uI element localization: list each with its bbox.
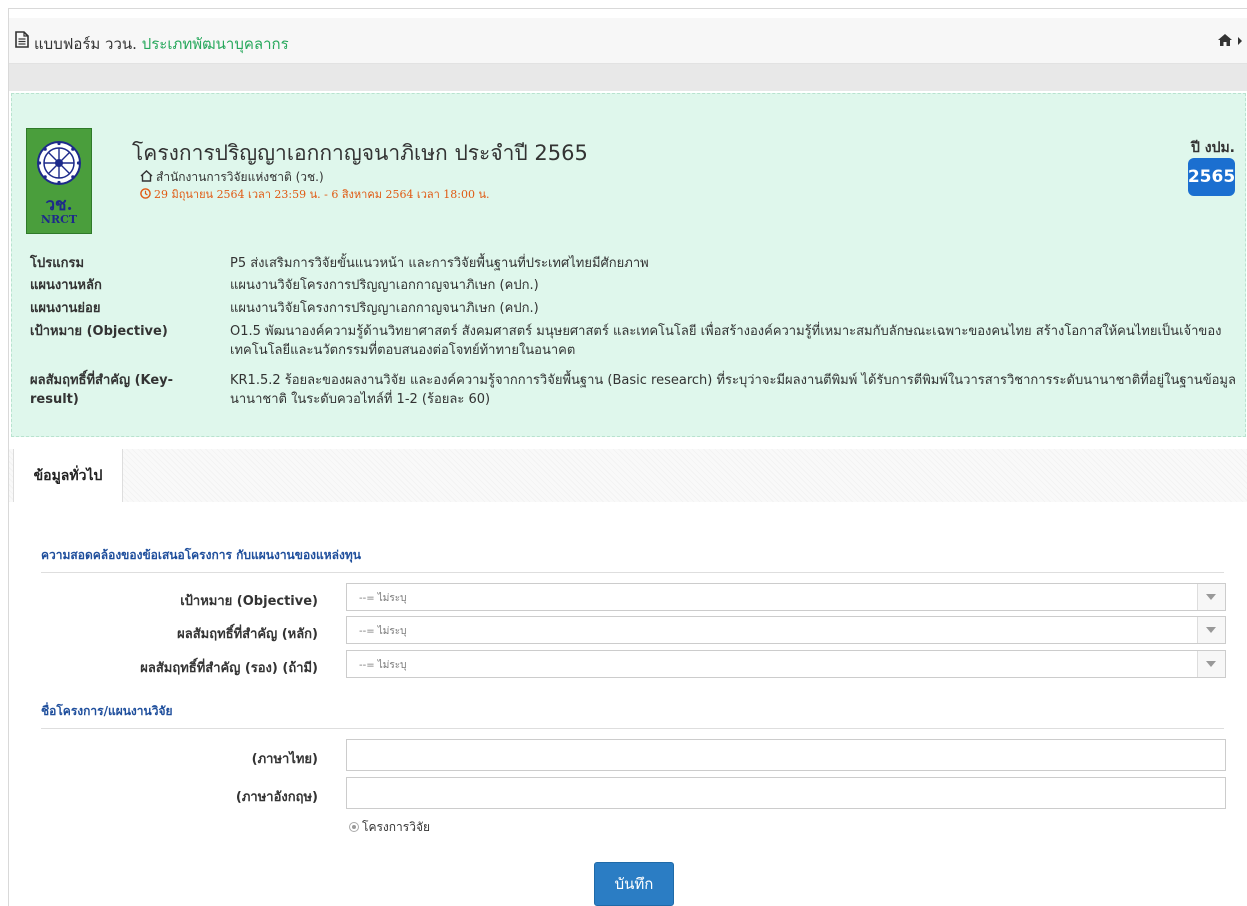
tab-bar: ข้อมูลทั่วไป (9, 449, 1247, 502)
radio-icon[interactable] (349, 822, 359, 832)
clock-icon (140, 188, 151, 199)
fiscal-year-badge: 2565 (1188, 158, 1235, 196)
house-outline-icon (140, 170, 153, 182)
kr-main-select[interactable]: --= ไม่ระบุ (346, 616, 1226, 644)
section-heading-alignment: ความสอดคล้องของข้อเสนอโครงการ กับแผนงานข… (41, 546, 1224, 573)
page-title-prefix: แบบฟอร์ม ววน. (34, 35, 137, 53)
detail-value: แผนงานวิจัยโครงการปริญญาเอกกาญจนาภิเษก (… (230, 301, 539, 316)
save-button[interactable]: บันทึก (594, 862, 674, 906)
nrct-logo: วช. NRCT (26, 128, 92, 234)
fiscal-year-label: ปี งปม. (1190, 140, 1235, 156)
detail-label: ผลสัมฤทธิ์ที่สำคัญ (Key-result) (30, 373, 174, 407)
logo-text-en: NRCT (40, 213, 78, 226)
project-type-radio[interactable]: โครงการวิจัย (349, 818, 430, 837)
thai-name-input[interactable] (346, 739, 1226, 771)
detail-value: O1.5 พัฒนาองค์ความรู้ด้านวิทยาศาสตร์ สัง… (230, 324, 1222, 358)
chevron-down-icon[interactable] (1197, 617, 1225, 643)
english-name-row: (ภาษาอังกฤษ) (9, 777, 1247, 809)
kr-sub-select-value: --= ไม่ระบุ (359, 660, 407, 671)
objective-select[interactable]: --= ไม่ระบุ (346, 583, 1226, 611)
page-frame: แบบฟอร์ม ววน. ประเภทพัฒนาบุคลากร วช. NRC… (8, 8, 1247, 906)
detail-label: แผนงานย่อย (30, 301, 101, 316)
agency-name: สำนักงานการวิจัยแห่งชาติ (วช.) (156, 170, 324, 184)
radio-label: โครงการวิจัย (362, 820, 431, 834)
page-title: แบบฟอร์ม ววน. ประเภทพัฒนาบุคลากร (34, 32, 289, 56)
header-spacer (9, 64, 1247, 91)
page-header-bar: แบบฟอร์ม ววน. ประเภทพัฒนาบุคลากร (9, 18, 1247, 64)
chevron-down-icon[interactable] (1197, 651, 1225, 677)
breadcrumb-arrow-icon (1238, 37, 1242, 45)
english-name-input[interactable] (346, 777, 1226, 809)
thai-name-row: (ภาษาไทย) (9, 739, 1247, 771)
english-name-label: (ภาษาอังกฤษ) (235, 790, 318, 805)
detail-label: โปรแกรม (30, 256, 85, 271)
page-title-category: ประเภทพัฒนาบุคลากร (141, 35, 289, 53)
home-icon[interactable] (1218, 34, 1232, 46)
kr-sub-select[interactable]: --= ไม่ระบุ (346, 650, 1226, 678)
kr-main-label: ผลสัมฤทธิ์ที่สำคัญ (หลัก) (177, 627, 318, 642)
kr-sub-row: ผลสัมฤทธิ์ที่สำคัญ (รอง) (ถ้ามี) --= ไม่… (9, 650, 1247, 680)
submission-period-text: 29 มิถุนายน 2564 เวลา 23:59 น. - 6 สิงหา… (154, 188, 490, 201)
submission-period: 29 มิถุนายน 2564 เวลา 23:59 น. - 6 สิงหา… (140, 185, 490, 203)
project-title: โครงการปริญญาเอกกาญจนาภิเษก ประจำปี 2565 (132, 141, 588, 165)
file-text-icon (15, 31, 29, 48)
tab-general-info[interactable]: ข้อมูลทั่วไป (13, 449, 123, 502)
chevron-down-icon[interactable] (1197, 584, 1225, 610)
objective-select-value: --= ไม่ระบุ (359, 593, 407, 604)
detail-value: P5 ส่งเสริมการวิจัยขั้นแนวหน้า และการวิจ… (230, 256, 649, 271)
detail-label: เป้าหมาย (Objective) (30, 324, 168, 339)
kr-main-select-value: --= ไม่ระบุ (359, 626, 407, 637)
objective-row: เป้าหมาย (Objective) --= ไม่ระบุ (9, 583, 1247, 613)
dharma-wheel-icon (37, 141, 81, 185)
kr-sub-label: ผลสัมฤทธิ์ที่สำคัญ (รอง) (ถ้ามี) (140, 661, 318, 676)
detail-value: KR1.5.2 ร้อยละของผลงานวิจัย และองค์ความร… (230, 373, 1236, 407)
thai-name-label: (ภาษาไทย) (251, 752, 318, 767)
section-heading-project-name: ชื่อโครงการ/แผนงานวิจัย (41, 702, 1224, 729)
detail-value: แผนงานวิจัยโครงการปริญญาเอกกาญจนาภิเษก (… (230, 278, 539, 293)
detail-label: แผนงานหลัก (30, 278, 102, 293)
kr-main-row: ผลสัมฤทธิ์ที่สำคัญ (หลัก) --= ไม่ระบุ (9, 616, 1247, 646)
project-info-panel: วช. NRCT โครงการปริญญาเอกกาญจนาภิเษก ประ… (11, 93, 1246, 437)
objective-label: เป้าหมาย (Objective) (180, 594, 318, 609)
